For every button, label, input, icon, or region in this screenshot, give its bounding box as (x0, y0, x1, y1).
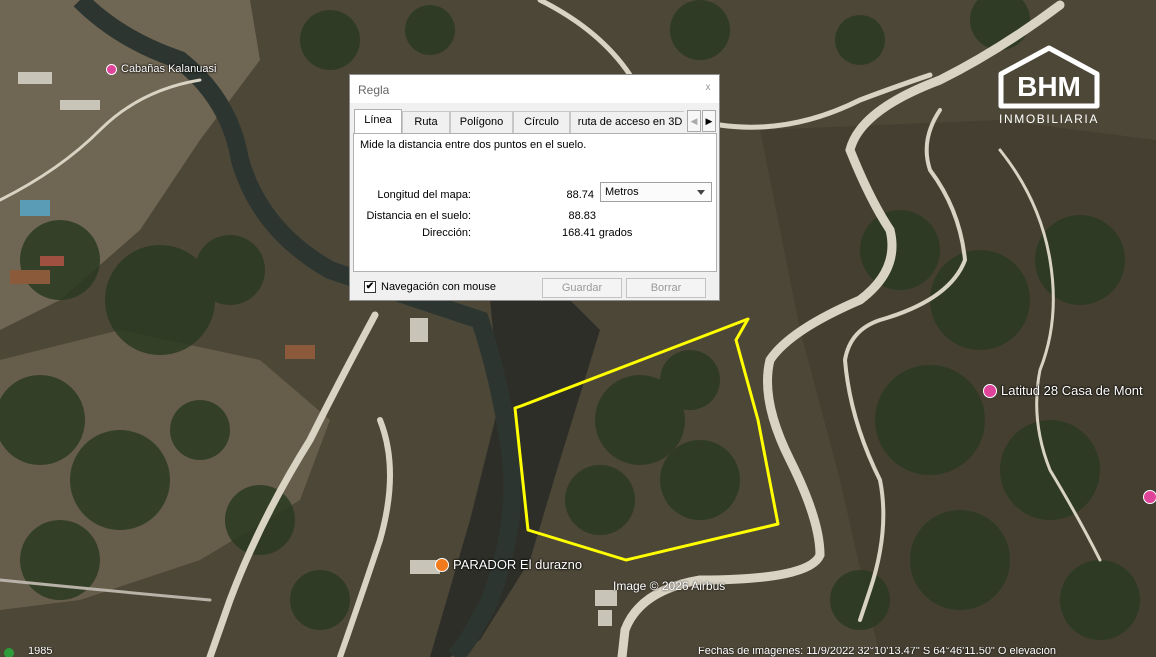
dialog-titlebar[interactable]: Regla x (350, 75, 719, 103)
restaurant-pin-icon (435, 557, 449, 572)
poi-latitud-28[interactable]: Latitud 28 Casa de Mont (983, 383, 1143, 398)
dialog-footer: ✔ Navegación con mouse Guardar Borrar (350, 275, 719, 301)
poi-label: Cabañas Kalanuasi (121, 63, 217, 75)
dialog-title: Regla (358, 83, 390, 97)
direction-value: 168.41 grados (562, 227, 633, 239)
mouse-navigation-checkbox[interactable]: ✔ (364, 281, 376, 293)
image-credit: Image © 2026 Airbus (613, 579, 726, 593)
poi-pin-icon (983, 383, 997, 398)
ruler-dialog: Regla x Línea Ruta Polígono Círculo ruta… (349, 74, 720, 301)
poi-label: Latitud 28 Casa de Mont (1001, 383, 1143, 398)
historical-imagery-icon[interactable] (4, 648, 14, 657)
tab-panel-linea: Mide la distancia entre dos puntos en el… (353, 133, 717, 272)
poi-parador-el-durazno[interactable]: PARADOR El durazno (435, 557, 582, 572)
mouse-navigation-label[interactable]: Navegación con mouse (381, 281, 496, 293)
tab-poligono[interactable]: Polígono (450, 111, 513, 133)
save-button[interactable]: Guardar (542, 278, 622, 298)
tab-scroll-left-icon[interactable]: ◀ (687, 110, 701, 132)
ruler-tabs: Línea Ruta Polígono Círculo ruta de acce… (354, 109, 684, 133)
unit-select[interactable]: Metros (600, 182, 712, 202)
map-length-label: Longitud del mapa: (377, 189, 471, 201)
ground-distance-value: 88.83 (568, 210, 596, 222)
close-icon[interactable]: x (701, 81, 715, 95)
clear-button[interactable]: Borrar (626, 278, 706, 298)
tab-description: Mide la distancia entre dos puntos en el… (360, 139, 587, 151)
ground-distance-label: Distancia en el suelo: (366, 210, 471, 222)
house-logo-icon: BHM (998, 45, 1100, 109)
tab-linea[interactable]: Línea (354, 109, 402, 133)
map-length-value: 88.74 (566, 189, 594, 201)
poi-label: PARADOR El durazno (453, 557, 583, 572)
chevron-down-icon (697, 190, 705, 195)
tab-ruta[interactable]: Ruta (402, 111, 450, 133)
tab-circulo[interactable]: Círculo (513, 111, 570, 133)
imagery-year: 1985 (28, 647, 53, 657)
tab-scroll-arrows: ◀ ▶ (687, 110, 717, 132)
poi-cabanas-kalanuasi[interactable]: Cabañas Kalanuasi (106, 63, 216, 75)
bhm-logo: BHM INMOBILIARIA (996, 44, 1102, 126)
poi-pin-icon (106, 63, 117, 75)
logo-brand: BHM (1017, 71, 1081, 102)
coordinates-readout: Fechas de imágenes: 11/9/2022 32°10'13.4… (698, 647, 1056, 657)
unit-selected-value: Metros (605, 186, 639, 198)
status-bar: 1985 Fechas de imágenes: 11/9/2022 32°10… (0, 647, 1156, 657)
logo-subtitle: INMOBILIARIA (999, 112, 1099, 126)
poi-pin-icon[interactable] (1143, 490, 1156, 504)
direction-label: Dirección: (422, 227, 471, 239)
tab-scroll-right-icon[interactable]: ▶ (702, 110, 716, 132)
tab-ruta-3d[interactable]: ruta de acceso en 3D (570, 111, 684, 133)
